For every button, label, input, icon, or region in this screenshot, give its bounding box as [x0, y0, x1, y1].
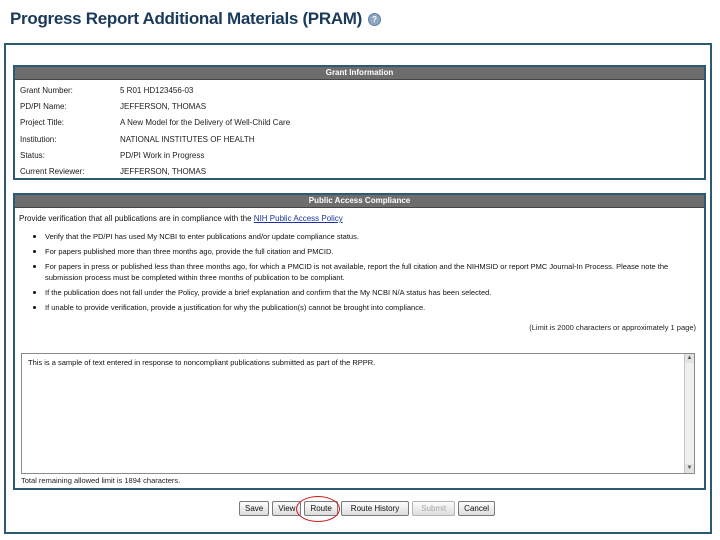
grant-information-header: Grant Information	[15, 67, 704, 80]
view-button[interactable]: View	[272, 501, 302, 516]
public-access-compliance-header: Public Access Compliance	[15, 195, 704, 208]
save-button[interactable]: Save	[239, 501, 270, 516]
list-item: Verify that the PD/PI has used My NCBI t…	[33, 231, 694, 242]
grant-information-section: Grant Information Grant Number: 5 R01 HD…	[13, 65, 706, 180]
compliance-intro: Provide verification that all publicatio…	[15, 208, 704, 227]
help-icon[interactable]: ?	[368, 12, 382, 26]
title-bar: Progress Report Additional Materials (PR…	[10, 6, 382, 32]
info-label: Institution:	[20, 134, 57, 144]
cancel-button[interactable]: Cancel	[458, 501, 496, 516]
route-history-button[interactable]: Route History	[340, 501, 410, 516]
list-item: For papers published more than three mon…	[33, 246, 694, 257]
info-label: Grant Number:	[20, 85, 73, 95]
info-value: 5 R01 HD123456-03	[120, 85, 194, 95]
info-value: A New Model for the Delivery of Well-Chi…	[120, 118, 291, 128]
character-limit-note: (Limit is 2000 characters or approximate…	[529, 323, 696, 332]
list-item: If unable to provide verification, provi…	[33, 302, 694, 313]
route-button[interactable]: Route	[304, 501, 338, 516]
scroll-up-icon[interactable]: ▲	[685, 354, 694, 363]
response-text: This is a sample of text entered in resp…	[28, 358, 376, 367]
info-value: NATIONAL INSTITUTES OF HEALTH	[120, 134, 255, 144]
institution-row: Institution: NATIONAL INSTITUTES OF HEAL…	[15, 131, 704, 147]
pd-pi-name-row: PD/PI Name: JEFFERSON, THOMAS	[15, 98, 704, 114]
action-button-bar: Save View Route Route History Submit Can…	[239, 496, 496, 522]
list-item: If the publication does not fall under t…	[33, 287, 694, 298]
compliance-intro-text: Provide verification that all publicatio…	[19, 214, 254, 223]
info-label: Project Title:	[20, 118, 65, 128]
pram-form-frame: Grant Information Grant Number: 5 R01 HD…	[4, 43, 712, 534]
compliance-instructions-list: Verify that the PD/PI has used My NCBI t…	[15, 231, 704, 313]
remaining-characters-text: Total remaining allowed limit is 1894 ch…	[21, 476, 181, 485]
nih-public-access-policy-link[interactable]: NIH Public Access Policy	[254, 214, 343, 223]
grant-number-row: Grant Number: 5 R01 HD123456-03	[15, 82, 704, 98]
info-value: PD/PI Work in Progress	[120, 150, 205, 160]
submit-button[interactable]: Submit	[412, 501, 456, 516]
page-title: Progress Report Additional Materials (PR…	[10, 9, 363, 28]
route-button-wrapper: Route	[296, 496, 341, 522]
info-value: JEFFERSON, THOMAS	[120, 167, 207, 177]
public-access-compliance-section: Public Access Compliance Provide verific…	[13, 193, 706, 490]
info-label: Current Reviewer:	[20, 167, 85, 177]
current-reviewer-row: Current Reviewer: JEFFERSON, THOMAS	[15, 163, 704, 179]
list-item: For papers in press or published less th…	[33, 261, 694, 283]
info-value: JEFFERSON, THOMAS	[120, 101, 207, 111]
status-row: Status: PD/PI Work in Progress	[15, 147, 704, 163]
compliance-response-textarea[interactable]: This is a sample of text entered in resp…	[21, 353, 695, 474]
project-title-row: Project Title: A New Model for the Deliv…	[15, 115, 704, 131]
textarea-scrollbar[interactable]: ▲ ▼	[684, 354, 694, 473]
scroll-down-icon[interactable]: ▼	[685, 464, 694, 473]
info-label: Status:	[20, 150, 45, 160]
info-label: PD/PI Name:	[20, 101, 67, 111]
